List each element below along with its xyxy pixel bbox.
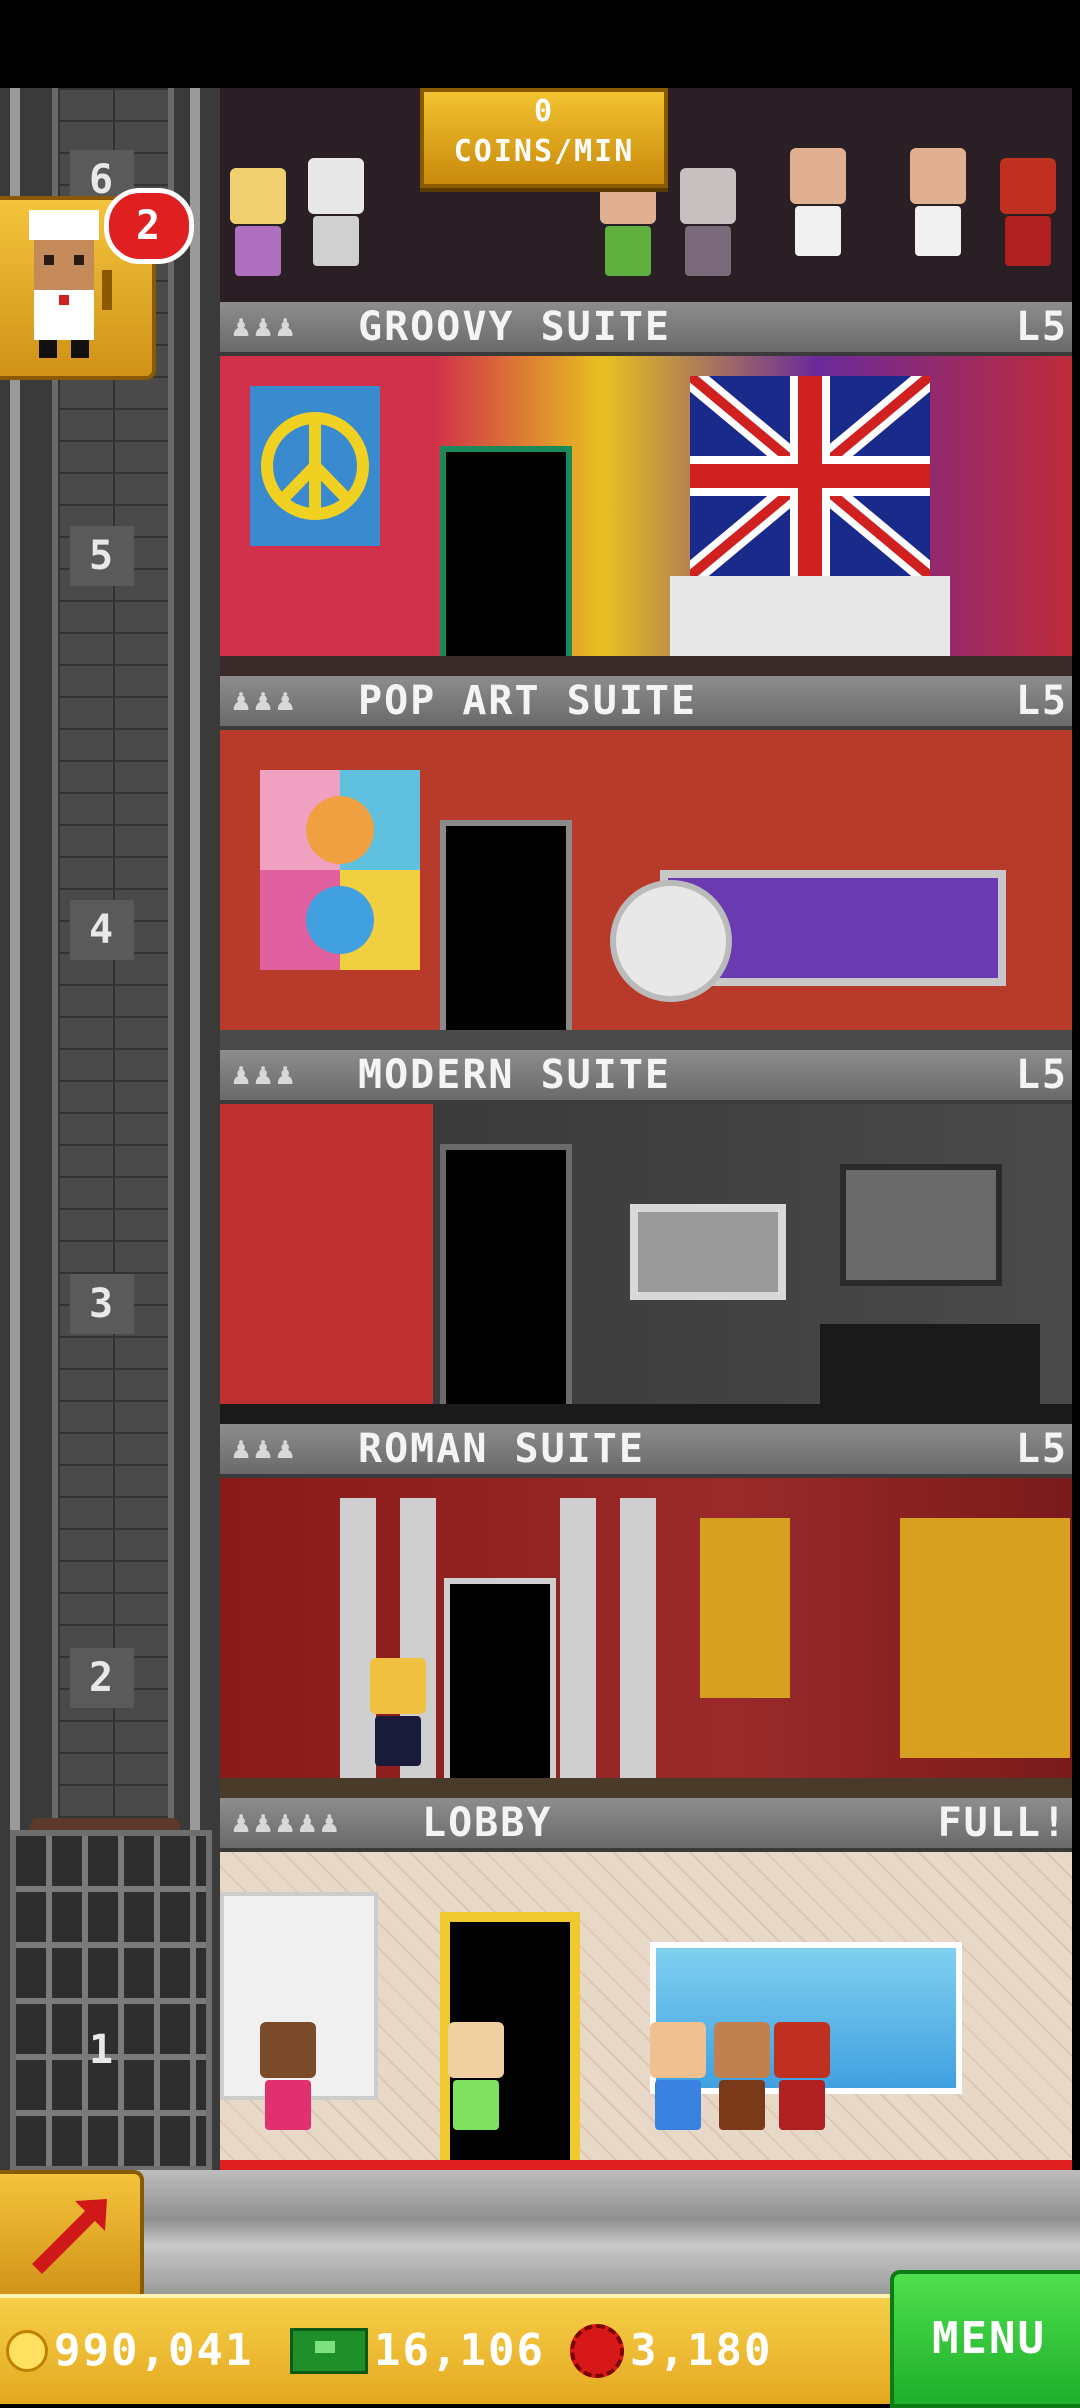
cash-value: 16,106	[374, 2325, 545, 2376]
floor-name: MODERN SUITE	[358, 1052, 671, 1098]
room-door	[444, 1578, 556, 1790]
floor-name: GROOVY SUITE	[358, 304, 671, 350]
occupancy-icons: ♟♟♟♟♟	[232, 1805, 343, 1840]
build-button[interactable]	[0, 2170, 144, 2302]
occupancy-icons: ♟♟♟	[232, 1057, 299, 1092]
currency-bar: 990,041 16,106 3,180	[0, 2294, 890, 2404]
elevator-car[interactable]	[10, 1830, 212, 2172]
occupancy-icons: ♟♟♟	[232, 1431, 299, 1466]
column	[620, 1498, 656, 1778]
bed	[820, 1324, 1040, 1404]
floor-level: L5	[1015, 1052, 1068, 1098]
floor-name: POP ART SUITE	[358, 678, 698, 724]
room-interior	[220, 356, 1072, 676]
coins-per-min-label: COINS/MIN	[453, 134, 635, 169]
floor-bar: ♟♟♟ MODERN SUITE L5	[220, 1050, 1072, 1104]
room-interior	[220, 1104, 1072, 1424]
guest[interactable]	[260, 2022, 316, 2132]
build-arrow-icon	[32, 2199, 107, 2274]
menu-button[interactable]: MENU	[890, 2270, 1080, 2408]
floor-bar: ♟♟♟ POP ART SUITE L5	[220, 676, 1072, 730]
resident[interactable]	[910, 148, 966, 258]
floor-level: L5	[1015, 1426, 1068, 1472]
bux-display[interactable]: 3,180	[570, 2298, 772, 2404]
column	[560, 1498, 596, 1778]
resident[interactable]	[230, 168, 286, 278]
curtain	[900, 1518, 1070, 1758]
chef-icon	[29, 210, 112, 358]
notification-badge: 2	[104, 188, 194, 264]
guest[interactable]	[714, 2022, 770, 2132]
bux-icon	[570, 2324, 624, 2378]
floor-strip	[220, 656, 1072, 676]
bellhop[interactable]	[774, 2022, 830, 2132]
floor-lobby[interactable]: ♟♟♟♟♟ LOBBY FULL!	[220, 1798, 1072, 2170]
floor-number-3: 3	[70, 1274, 134, 1334]
sofa	[670, 576, 950, 656]
floor-number-5: 5	[70, 526, 134, 586]
union-flag-icon	[690, 376, 930, 576]
resident[interactable]	[370, 1658, 426, 1768]
floor-pop-art-suite[interactable]: ♟♟♟ POP ART SUITE L5	[220, 676, 1072, 1050]
bookshelf	[840, 1164, 1002, 1286]
occupancy-icons: ♟♟♟	[232, 683, 299, 718]
room-interior	[220, 1852, 1072, 2170]
floor-roman-suite[interactable]: ♟♟♟ ROMAN SUITE L5	[220, 1424, 1072, 1798]
floor-name: LOBBY	[422, 1800, 553, 1846]
room-door	[440, 446, 572, 668]
floor-bar: ♟♟♟ ROMAN SUITE L5	[220, 1424, 1072, 1478]
floor-number-2: 2	[70, 1648, 134, 1708]
floor-modern-suite[interactable]: ♟♟♟ MODERN SUITE L5	[220, 1050, 1072, 1424]
bellhop[interactable]	[1000, 158, 1056, 268]
floor-bar: ♟♟♟ GROOVY SUITE L5	[220, 302, 1072, 356]
guest[interactable]	[448, 2022, 504, 2132]
cash-display[interactable]: 16,106	[290, 2298, 545, 2404]
guest[interactable]	[650, 2022, 706, 2132]
coins-per-min-banner[interactable]: 0 COINS/MIN	[420, 88, 668, 188]
lobby-carpet	[220, 2160, 1072, 2170]
pop-art-portrait-icon	[260, 770, 420, 970]
room-door	[440, 1144, 572, 1416]
room-door	[440, 820, 572, 1042]
floor-level: L5	[1015, 304, 1068, 350]
floor-strip	[220, 1030, 1072, 1050]
floor-number-4: 4	[70, 900, 134, 960]
cash-icon	[290, 2328, 368, 2374]
wall-art	[630, 1204, 786, 1300]
floor-strip	[220, 1404, 1072, 1424]
coins-display[interactable]: 990,041	[6, 2298, 253, 2404]
floor-level: FULL!	[937, 1800, 1068, 1846]
floor-name: ROMAN SUITE	[358, 1426, 645, 1472]
occupancy-icons: ♟♟♟	[232, 309, 299, 344]
peace-sign-icon	[250, 386, 380, 546]
bux-value: 3,180	[630, 2325, 773, 2376]
resident[interactable]	[790, 148, 846, 258]
coins-per-min-value: 0	[533, 94, 555, 129]
egg-chair	[610, 880, 732, 1002]
coins-value: 990,041	[54, 2325, 254, 2376]
floor-number-1: 1	[88, 2027, 116, 2073]
resident[interactable]	[308, 158, 364, 268]
floor-strip	[220, 1778, 1072, 1798]
floor-bar: ♟♟♟♟♟ LOBBY FULL!	[220, 1798, 1072, 1852]
room-interior	[220, 1478, 1072, 1798]
room-interior	[220, 730, 1072, 1050]
floor-level: L5	[1015, 678, 1068, 724]
curtain	[700, 1518, 790, 1698]
coin-icon	[6, 2330, 48, 2372]
resident[interactable]	[680, 168, 736, 278]
floor-groovy-suite[interactable]: ♟♟♟ GROOVY SUITE L5	[220, 302, 1072, 676]
